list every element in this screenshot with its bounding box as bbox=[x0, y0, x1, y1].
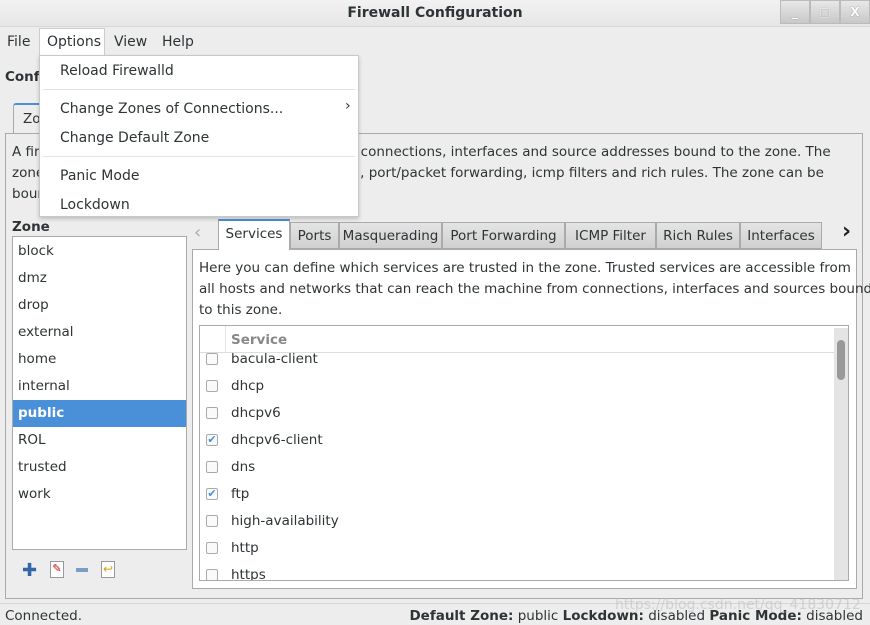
load-defaults-icon[interactable]: ↩ bbox=[101, 561, 115, 578]
service-checkbox[interactable] bbox=[206, 569, 218, 580]
services-table: Service bacula-client dhcp dhcpv6 ✔ dhcpv6-c… bbox=[199, 325, 849, 581]
service-checkbox[interactable] bbox=[206, 542, 218, 554]
service-name: bacula-client bbox=[231, 351, 318, 367]
service-checkbox[interactable] bbox=[206, 380, 218, 392]
service-name: dhcpv6 bbox=[231, 405, 281, 421]
default-zone-label: Default Zone: bbox=[409, 608, 514, 624]
zone-desc-fragment: A fir bbox=[12, 144, 40, 160]
tabs-scroll-left-icon[interactable]: ‹ bbox=[194, 222, 201, 243]
zone-item-home[interactable]: home bbox=[13, 346, 186, 373]
watermark: https://blog.csdn.net/qq_41830712 bbox=[615, 597, 861, 613]
service-checkbox[interactable]: ✔ bbox=[206, 434, 218, 446]
service-name: http bbox=[231, 540, 259, 556]
submenu-arrow-icon: › bbox=[345, 98, 351, 114]
table-row: http bbox=[200, 536, 834, 563]
service-column-header[interactable]: Service bbox=[231, 332, 287, 348]
scrollbar-thumb[interactable] bbox=[837, 340, 845, 380]
add-zone-icon[interactable]: ✚ bbox=[22, 560, 37, 581]
table-row: high-availability bbox=[200, 509, 834, 536]
close-button[interactable]: X bbox=[840, 0, 870, 24]
zone-item-rol[interactable]: ROL bbox=[13, 427, 186, 454]
minimize-button[interactable]: _ bbox=[780, 0, 810, 24]
table-row: ✔ dhcpv6-client bbox=[200, 428, 834, 455]
tab-rich-rules[interactable]: Rich Rules bbox=[656, 222, 740, 249]
window-title: Firewall Configuration bbox=[347, 5, 523, 21]
tab-masquerading[interactable]: Masquerading bbox=[339, 222, 442, 249]
menu-item-change-default-zone[interactable]: Change Default Zone bbox=[60, 130, 209, 146]
menu-file[interactable]: File bbox=[7, 34, 30, 50]
services-description: Here you can define which services are t… bbox=[199, 260, 851, 276]
remove-zone-icon[interactable] bbox=[76, 568, 88, 572]
menu-options[interactable]: Options bbox=[47, 34, 101, 50]
table-row: https bbox=[200, 563, 834, 581]
zone-item-drop[interactable]: drop bbox=[13, 292, 186, 319]
zone-item-internal[interactable]: internal bbox=[13, 373, 186, 400]
table-row: dns bbox=[200, 455, 834, 482]
tab-services[interactable]: Services bbox=[218, 219, 290, 250]
service-name: high-availability bbox=[231, 513, 339, 529]
table-row: bacula-client bbox=[200, 347, 834, 374]
service-name: dhcpv6-client bbox=[231, 432, 323, 448]
zone-item-work[interactable]: work bbox=[13, 481, 186, 508]
zone-item-public[interactable]: public bbox=[13, 400, 186, 427]
table-row: dhcp bbox=[200, 374, 834, 401]
maximize-button[interactable]: □ bbox=[810, 0, 840, 24]
zone-desc-fragment: ng, port/packet forwarding, icmp filters… bbox=[343, 165, 824, 181]
service-checkbox[interactable]: ✔ bbox=[206, 488, 218, 500]
zone-item-trusted[interactable]: trusted bbox=[13, 454, 186, 481]
default-zone-value: public bbox=[517, 608, 559, 624]
services-description: all hosts and networks that can reach th… bbox=[199, 281, 870, 297]
zone-item-external[interactable]: external bbox=[13, 319, 186, 346]
menu-item-lockdown[interactable]: Lockdown bbox=[60, 197, 130, 213]
tab-icmp-filter[interactable]: ICMP Filter bbox=[565, 222, 656, 249]
service-checkbox[interactable] bbox=[206, 461, 218, 473]
configuration-label: Conf bbox=[5, 69, 40, 85]
services-description: to this zone. bbox=[199, 302, 283, 318]
service-checkbox[interactable] bbox=[206, 407, 218, 419]
service-checkbox[interactable] bbox=[206, 353, 218, 365]
zone-desc-fragment: rk connections, interfaces and source ad… bbox=[343, 144, 831, 160]
service-name: dhcp bbox=[231, 378, 265, 394]
zone-item-dmz[interactable]: dmz bbox=[13, 265, 186, 292]
zone-label: Zone bbox=[12, 219, 50, 235]
service-checkbox[interactable] bbox=[206, 515, 218, 527]
service-name: dns bbox=[231, 459, 256, 475]
zone-item-block[interactable]: block bbox=[13, 238, 186, 265]
tab-ports[interactable]: Ports bbox=[290, 222, 339, 249]
tab-port-forwarding[interactable]: Port Forwarding bbox=[442, 222, 565, 249]
connection-status: Connected. bbox=[5, 608, 82, 624]
table-row: ✔ ftp bbox=[200, 482, 834, 509]
menu-item-reload-firewalld[interactable]: Reload Firewalld bbox=[60, 63, 174, 79]
menu-view[interactable]: View bbox=[114, 34, 147, 50]
tab-interfaces[interactable]: Interfaces bbox=[740, 222, 822, 249]
zone-list[interactable]: block dmz drop external home internal public RO… bbox=[12, 236, 187, 550]
menu-help[interactable]: Help bbox=[162, 34, 194, 50]
menu-item-change-zones-of-connections[interactable]: Change Zones of Connections... bbox=[60, 101, 283, 117]
service-name: ftp bbox=[231, 486, 250, 502]
table-row: dhcpv6 bbox=[200, 401, 834, 428]
menu-item-panic-mode[interactable]: Panic Mode bbox=[60, 168, 139, 184]
options-dropdown: Reload Firewalld Change Zones of Connect… bbox=[39, 55, 359, 217]
edit-zone-icon[interactable]: ✎ bbox=[50, 561, 64, 578]
tabs-scroll-right-icon[interactable]: › bbox=[842, 219, 851, 244]
tab-zones-label: Zo bbox=[23, 111, 41, 127]
service-name: https bbox=[231, 567, 266, 581]
